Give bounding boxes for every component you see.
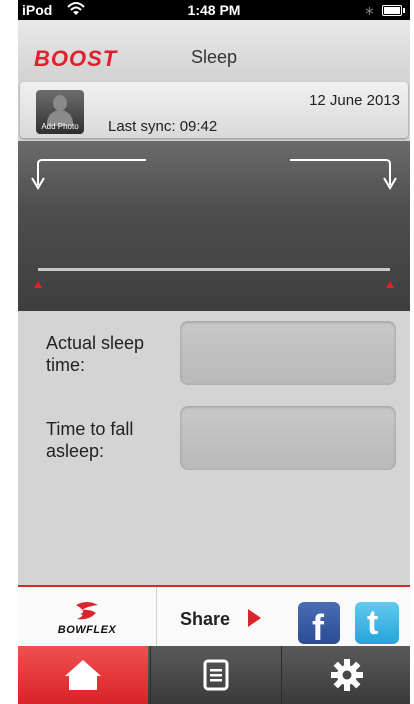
twitter-button[interactable]: t [355, 602, 399, 644]
sleep-graph [18, 141, 410, 311]
share-label: Share [180, 609, 231, 629]
left-arrow-icon [37, 159, 146, 185]
profile-panel: Add Photo 12 June 2013 Last sync: 09:42 [20, 82, 408, 138]
battery-icon [382, 5, 405, 16]
sleep-form: Actual sleep time: Time to fall asleep: [18, 311, 410, 585]
tab-settings[interactable] [281, 646, 410, 704]
add-photo-label: Add Photo [41, 122, 79, 131]
left-slider-marker [34, 281, 42, 288]
twitter-icon: t [367, 604, 379, 642]
add-photo-button[interactable]: Add Photo [36, 90, 84, 134]
last-sync-text: Last sync: 09:42 [108, 118, 218, 135]
facebook-button[interactable]: f [298, 602, 340, 648]
actual-sleep-label: Actual sleep time: [46, 333, 145, 375]
bowflex-logo[interactable]: BOWFLEX [18, 587, 157, 646]
clock-time: 1:48 PM [187, 2, 241, 18]
phone-screen: iPod 1:48 PM ∗ BOOST Sleep Add Photo 12 … [18, 0, 410, 704]
avatar-silhouette-icon [53, 95, 67, 111]
app-header: BOOST Sleep [18, 20, 410, 78]
right-arrow-icon [290, 159, 391, 185]
share-arrow-icon [248, 609, 261, 627]
timeline-track [38, 268, 390, 271]
page-title: Sleep [190, 47, 238, 67]
home-icon [65, 660, 101, 690]
list-icon [203, 659, 229, 691]
bowflex-mark-icon [76, 602, 98, 620]
tab-bar [18, 646, 410, 704]
facebook-icon: f [312, 607, 324, 648]
status-bar: iPod 1:48 PM ∗ [18, 0, 410, 20]
bowflex-wordmark: BOWFLEX [57, 624, 117, 636]
bluetooth-icon: ∗ [364, 3, 375, 18]
share-bar: BOWFLEX Share f t [18, 585, 410, 648]
tab-home[interactable] [18, 646, 148, 704]
fall-asleep-field[interactable] [180, 406, 396, 470]
tab-log[interactable] [150, 646, 281, 704]
sleep-graph-canvas [31, 159, 397, 288]
current-date: 12 June 2013 [309, 92, 400, 109]
right-slider-marker [386, 281, 394, 288]
gear-icon [331, 659, 363, 691]
actual-sleep-field[interactable] [180, 321, 396, 385]
fall-asleep-label: Time to fall asleep: [46, 419, 134, 461]
